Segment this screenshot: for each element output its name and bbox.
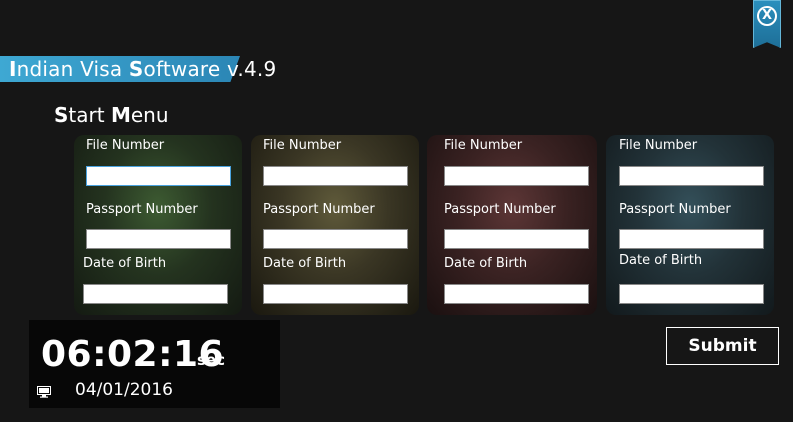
passport-number-input[interactable] <box>619 229 764 249</box>
date-of-birth-label: Date of Birth <box>444 256 528 271</box>
file-number-label: File Number <box>263 138 342 153</box>
passport-number-label: Passport Number <box>263 202 375 217</box>
applicant-card-3: File Number Passport Number Date of Birt… <box>427 135 597 315</box>
file-number-label: File Number <box>86 138 165 153</box>
date-of-birth-input[interactable] <box>83 284 228 304</box>
clock-unit: sec <box>197 351 225 369</box>
date-of-birth-input[interactable] <box>263 284 408 304</box>
monitor-icon <box>37 386 51 398</box>
date-of-birth-label: Date of Birth <box>83 256 167 271</box>
applicant-card-4: File Number Passport Number Date of Birt… <box>606 135 774 315</box>
file-number-input[interactable] <box>619 166 764 186</box>
date-of-birth-input[interactable] <box>444 284 589 304</box>
close-button[interactable]: X <box>753 0 781 48</box>
file-number-input[interactable] <box>263 166 408 186</box>
file-number-input[interactable] <box>444 166 589 186</box>
passport-number-label: Passport Number <box>86 202 198 217</box>
passport-number-label: Passport Number <box>444 202 556 217</box>
close-icon: X <box>757 6 777 26</box>
applicant-card-2: File Number Passport Number Date of Birt… <box>251 135 419 315</box>
start-menu-heading: Start Menu <box>54 103 169 127</box>
applicant-card-1: File Number Passport Number Date of Birt… <box>74 135 242 315</box>
date-of-birth-label: Date of Birth <box>619 253 703 268</box>
clock-panel: 06:02:16 sec 04/01/2016 <box>29 320 280 408</box>
date-of-birth-input[interactable] <box>619 284 764 304</box>
passport-number-input[interactable] <box>444 229 589 249</box>
passport-number-input[interactable] <box>86 229 231 249</box>
file-number-label: File Number <box>444 138 523 153</box>
passport-number-label: Passport Number <box>619 202 731 217</box>
clock-date: 04/01/2016 <box>75 380 173 400</box>
app-title: Indian Visa Software v.4.9 <box>9 57 277 81</box>
file-number-input[interactable] <box>86 166 231 186</box>
file-number-label: File Number <box>619 138 698 153</box>
date-of-birth-label: Date of Birth <box>263 256 347 271</box>
submit-button[interactable]: Submit <box>666 327 779 365</box>
passport-number-input[interactable] <box>263 229 408 249</box>
